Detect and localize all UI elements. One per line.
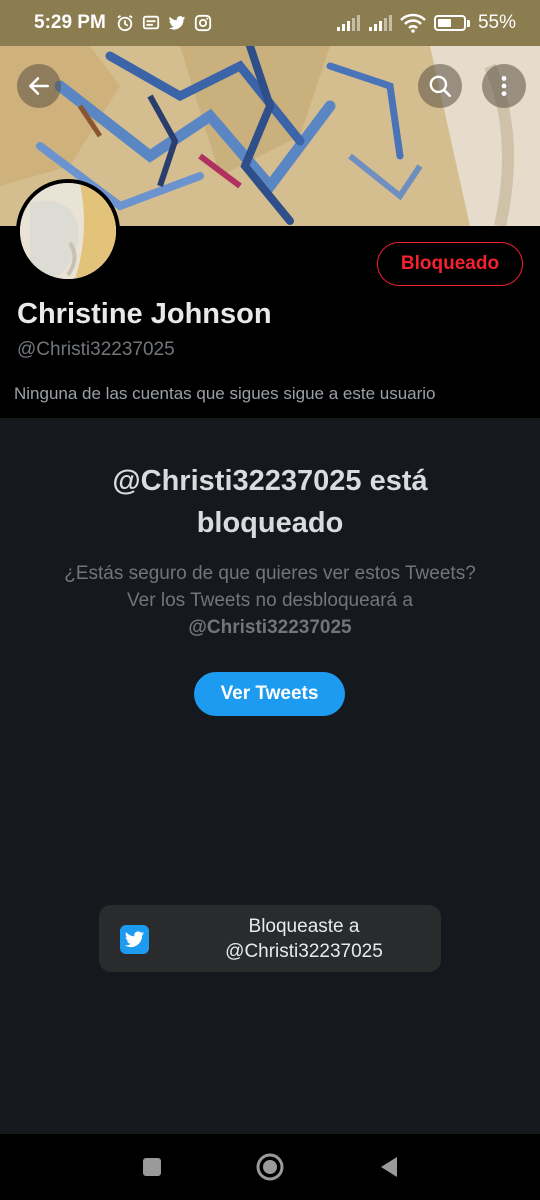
recents-square-icon xyxy=(143,1158,161,1176)
mutual-followers-text: Ninguna de las cuentas que sigues sigue … xyxy=(14,384,436,403)
home-button[interactable] xyxy=(255,1152,285,1182)
blocked-notice: @Christi32237025 está bloqueado ¿Estás s… xyxy=(0,418,540,1134)
blocked-title: @Christi32237025 está bloqueado xyxy=(112,465,428,539)
back-arrow-icon xyxy=(29,77,49,95)
blocked-description-text: ¿Estás seguro de que quieres ver estos T… xyxy=(64,563,476,611)
avatar[interactable] xyxy=(16,179,120,283)
profile-header: Bloqueado Christine Johnson @Christi3223… xyxy=(0,179,540,418)
blocked-button[interactable]: Bloqueado xyxy=(377,242,523,286)
search-button[interactable] xyxy=(418,64,462,108)
status-notification-icons xyxy=(116,14,212,32)
twitter-icon xyxy=(120,925,149,954)
signal-icon xyxy=(368,15,392,31)
twitter-icon xyxy=(168,16,186,30)
toast-line-2: @Christi32237025 xyxy=(225,941,383,962)
avatar-image xyxy=(20,183,116,279)
toast-message: Bloqueaste a @Christi32237025 xyxy=(189,914,419,964)
search-icon xyxy=(429,75,452,98)
back-button[interactable] xyxy=(17,64,61,108)
signal-icon xyxy=(336,15,360,31)
back-triangle-icon xyxy=(381,1157,397,1177)
battery-percentage: 55% xyxy=(477,12,516,33)
battery-fill xyxy=(437,19,451,27)
more-options-button[interactable] xyxy=(482,64,526,108)
display-name: Christine Johnson xyxy=(17,298,272,330)
more-vertical-icon xyxy=(501,76,507,96)
recents-button[interactable] xyxy=(137,1152,167,1182)
alarm-icon xyxy=(117,15,133,32)
message-icon xyxy=(142,15,159,30)
system-back-button[interactable] xyxy=(374,1152,404,1182)
status-system-icons: 55% xyxy=(336,12,516,34)
status-bar: 5:29 PM 55% xyxy=(0,0,540,46)
battery-icon xyxy=(433,15,470,31)
blocked-description: ¿Estás seguro de que quieres ver estos T… xyxy=(50,560,490,641)
home-circle-icon xyxy=(256,1153,284,1181)
instagram-icon xyxy=(194,14,211,32)
blocked-toast: Bloqueaste a @Christi32237025 xyxy=(99,905,441,972)
wifi-icon xyxy=(400,13,426,33)
toast-line-1: Bloqueaste a xyxy=(248,916,360,937)
view-tweets-button[interactable]: Ver Tweets xyxy=(194,672,345,716)
profile-handle: @Christi32237025 xyxy=(17,339,175,360)
blocked-description-handle: @Christi32237025 xyxy=(188,617,352,638)
system-nav-bar xyxy=(0,1134,540,1200)
status-time: 5:29 PM xyxy=(34,12,106,33)
